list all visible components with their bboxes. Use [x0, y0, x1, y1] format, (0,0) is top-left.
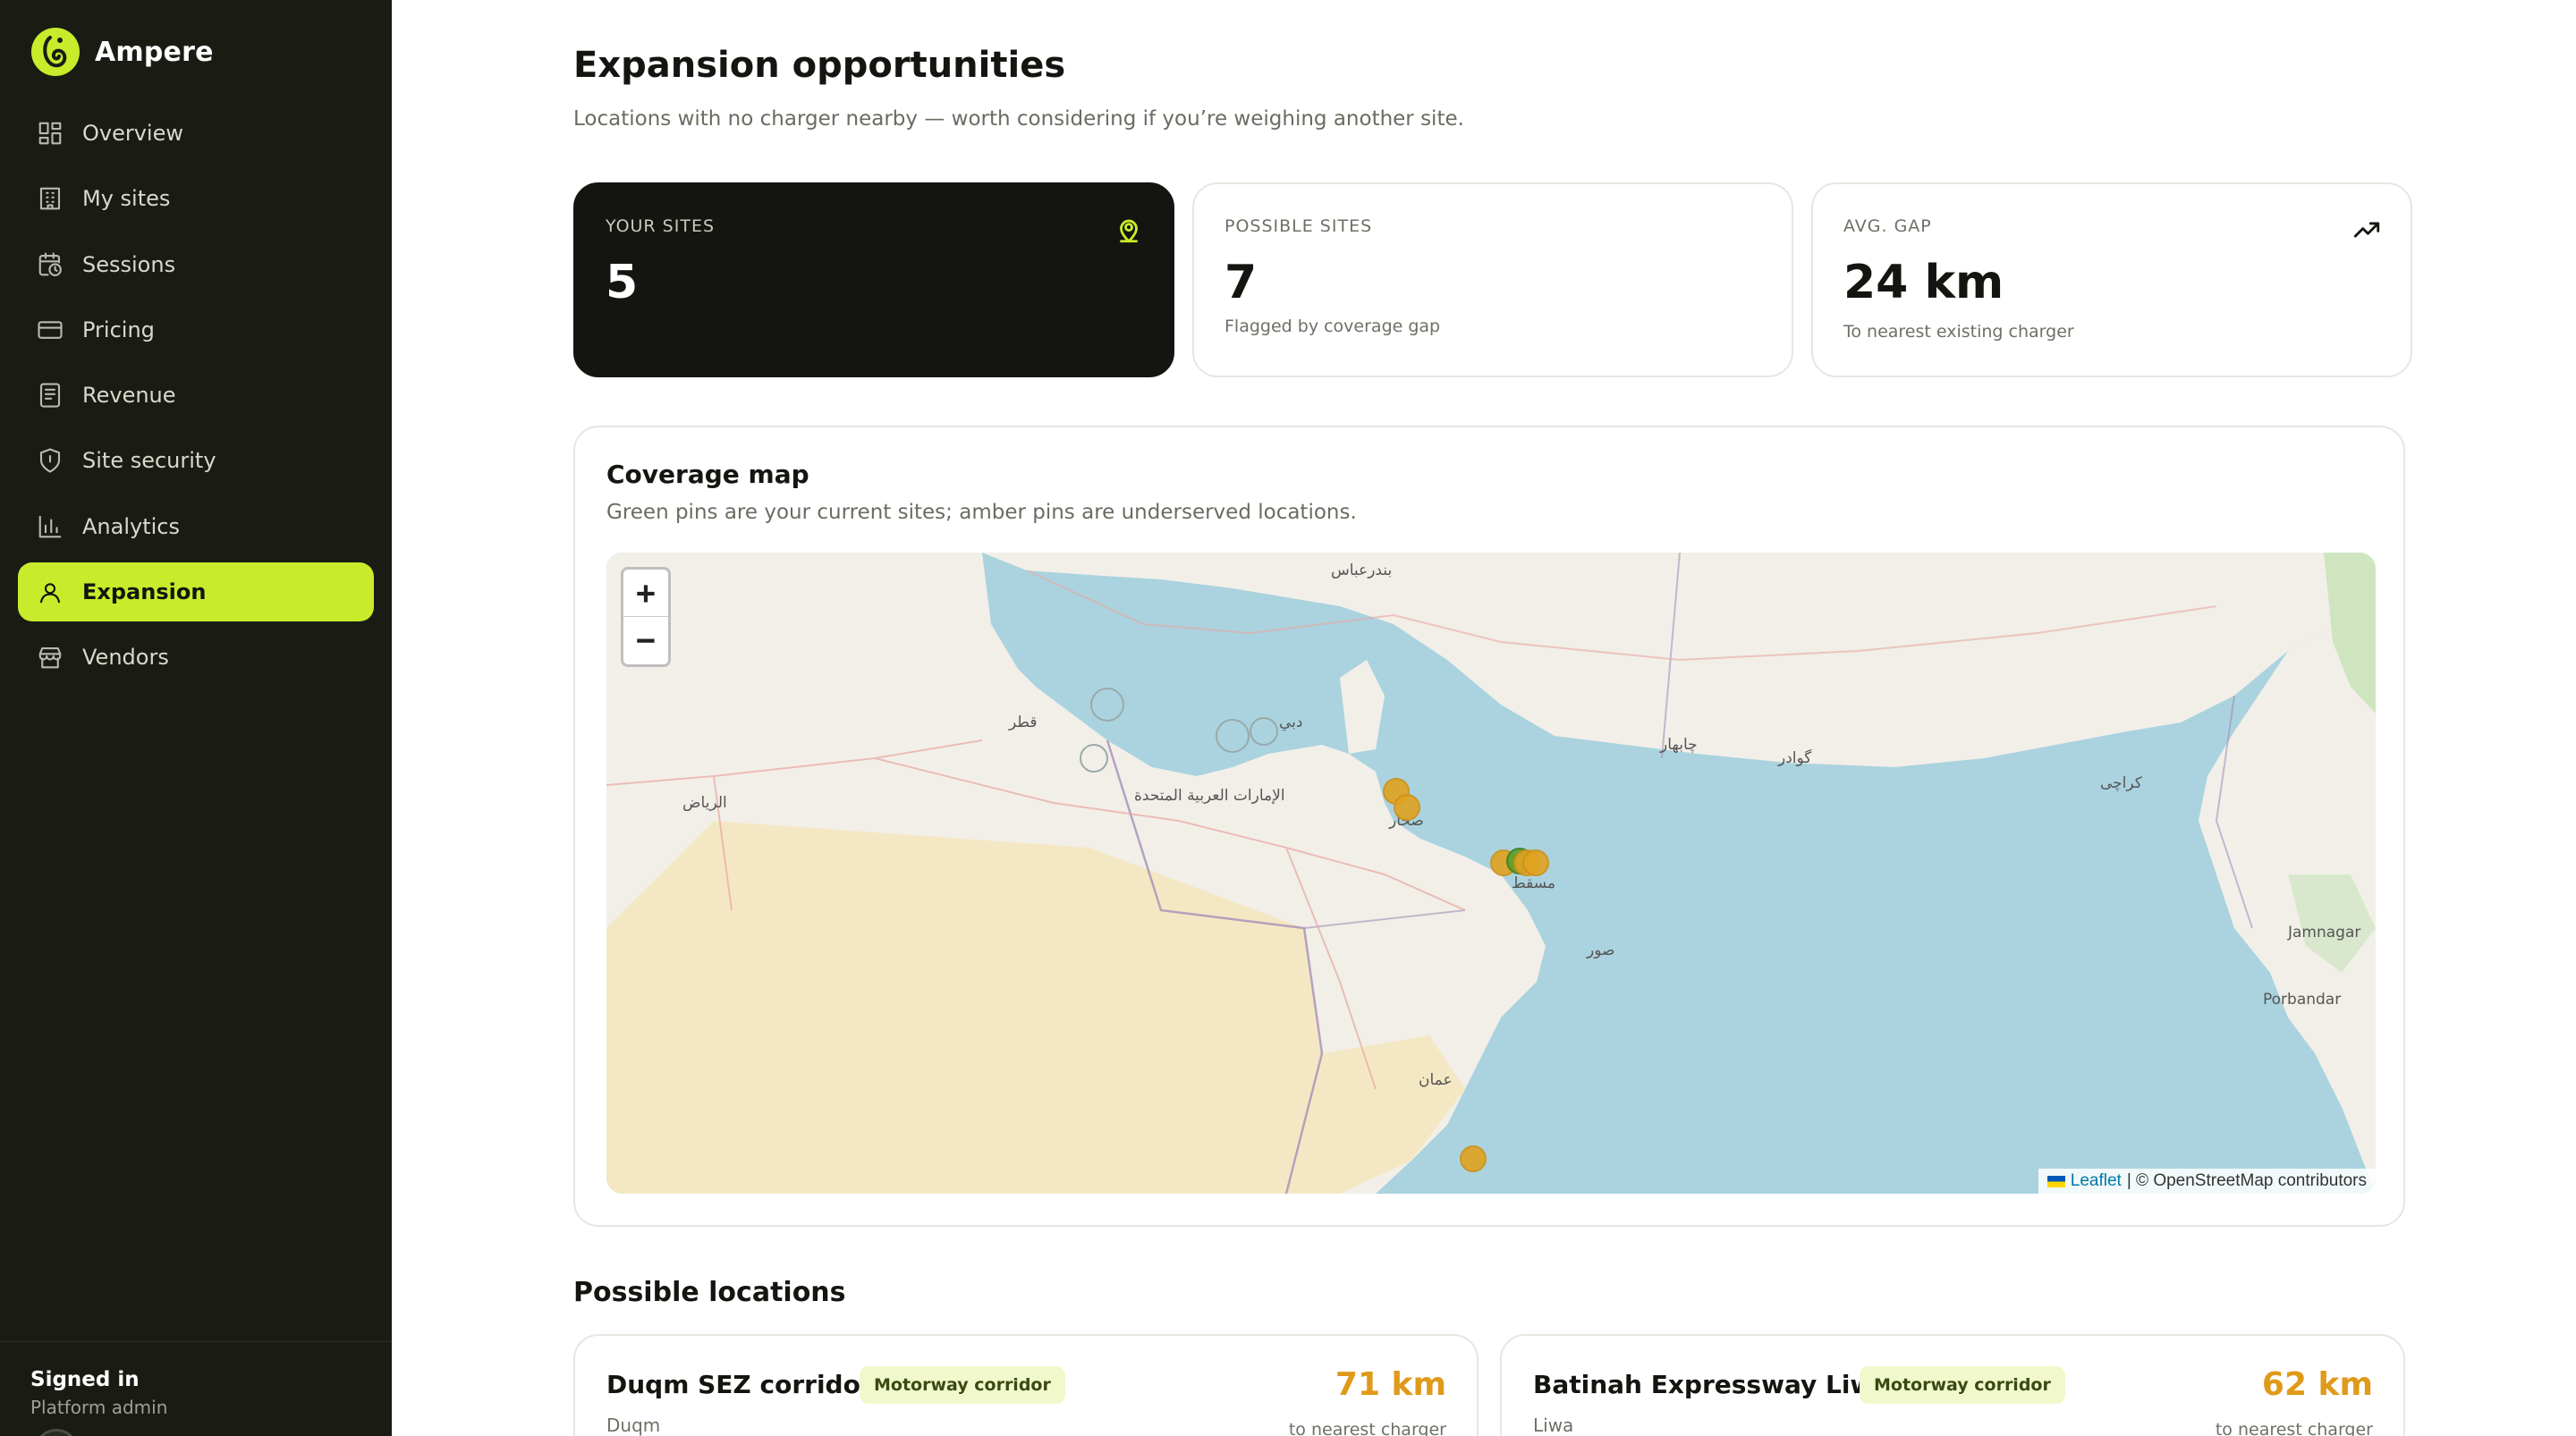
map-tiles — [606, 553, 2376, 1194]
calendar-clock-icon — [36, 250, 64, 279]
map-pin-gap[interactable] — [1522, 849, 1549, 876]
stat-card-possible-sites: POSSIBLE SITES 7 Flagged by coverage gap — [1192, 182, 1793, 377]
map-pin-gap[interactable] — [1460, 1145, 1487, 1172]
stat-value: 5 — [606, 256, 639, 309]
location-distance: 71 km — [1335, 1366, 1446, 1403]
location-card[interactable]: Batinah Expressway Liwa Motorway corrido… — [1500, 1334, 2405, 1436]
map-pin-user-icon — [36, 578, 64, 606]
stat-card-avg-gap: AVG. GAP 24 km To nearest existing charg… — [1811, 182, 2412, 377]
location-distance: 62 km — [2261, 1366, 2373, 1403]
sidebar-item-pricing[interactable]: Pricing — [18, 300, 374, 359]
sidebar-nav: Overview My sites Sessions Pricing Reven… — [18, 104, 374, 694]
map-zoom-control: + − — [621, 567, 671, 667]
sidebar-item-overview[interactable]: Overview — [18, 104, 374, 163]
map-label-bandar-abbas: بندرعباس — [1331, 562, 1393, 579]
sidebar-item-label: Expansion — [82, 579, 207, 605]
stat-label: POSSIBLE SITES — [1224, 216, 1373, 236]
signed-in-title: Signed in — [30, 1368, 140, 1391]
location-name: Duqm SEZ corridor — [606, 1370, 873, 1399]
possible-locations-title: Possible locations — [573, 1277, 846, 1308]
avatar[interactable] — [34, 1429, 79, 1436]
sidebar-item-label: Analytics — [82, 513, 180, 539]
sidebar-item-label: Site security — [82, 448, 216, 474]
stat-label: YOUR SITES — [606, 216, 716, 236]
page-title: Expansion opportunities — [573, 45, 1066, 86]
building-icon — [36, 184, 64, 213]
sidebar-item-sessions[interactable]: Sessions — [18, 235, 374, 294]
sidebar-item-label: Revenue — [82, 383, 176, 409]
stat-value: 24 km — [1843, 256, 2004, 309]
sidebar-item-site-security[interactable]: Site security — [18, 431, 374, 490]
zoom-out-button[interactable]: − — [623, 617, 668, 664]
stat-note: To nearest existing charger — [1843, 322, 2074, 342]
sidebar-item-revenue[interactable]: Revenue — [18, 366, 374, 425]
location-area: Liwa — [1533, 1415, 1574, 1436]
stat-note: Flagged by coverage gap — [1224, 317, 1441, 336]
map-label-dubai: دبي — [1279, 714, 1303, 731]
stat-value: 7 — [1224, 256, 1258, 309]
coverage-map-card: Coverage map Green pins are your current… — [573, 426, 2405, 1227]
location-card[interactable]: Duqm SEZ corridor Motorway corridor Duqm… — [573, 1334, 1479, 1436]
page-subtitle: Locations with no charger nearby — worth… — [573, 107, 1464, 131]
map-label-doha: قطر — [1009, 714, 1038, 731]
map-label-karachi: كراچی — [2100, 774, 2142, 792]
signed-in-role: Platform admin — [30, 1397, 168, 1418]
sidebar-item-label: Sessions — [82, 251, 176, 277]
shield-icon — [36, 446, 64, 475]
bar-chart-icon — [36, 512, 64, 541]
sidebar-item-vendors[interactable]: Vendors — [18, 628, 374, 687]
grid-icon — [36, 119, 64, 148]
location-distance-note: to nearest charger — [1288, 1420, 1446, 1436]
map-label-muscat: مسقط — [1512, 874, 1556, 892]
leaflet-link[interactable]: Leaflet — [2071, 1171, 2122, 1191]
sidebar-item-label: Pricing — [82, 317, 155, 342]
map-label-chabahar: چابهار — [1660, 736, 1698, 754]
ampere-logo-icon — [31, 28, 80, 76]
location-name: Batinah Expressway Liwa — [1533, 1370, 1891, 1399]
sidebar-item-label: My sites — [82, 186, 171, 212]
map-title: Coverage map — [606, 460, 809, 489]
sidebar-item-analytics[interactable]: Analytics — [18, 497, 374, 556]
sidebar: Ampere Overview My sites Sessions Pricin… — [0, 0, 392, 1436]
trending-up-icon — [2351, 215, 2382, 245]
map-label-sur: صور — [1587, 942, 1615, 959]
ukraine-flag-icon — [2046, 1175, 2065, 1187]
signed-in-block: Signed in Platform admin — [30, 1368, 167, 1418]
app-name: Ampere — [95, 36, 214, 68]
stat-card-your-sites: YOUR SITES 5 — [573, 182, 1174, 377]
attribution-text: | © OpenStreetMap contributors — [2126, 1171, 2367, 1190]
location-badge: Motorway corridor — [860, 1366, 1065, 1404]
map-label-riyadh: الرياض — [682, 794, 727, 812]
coverage-map[interactable]: دبي مسقط صحار الرياض الإمارات العربية ال… — [606, 553, 2376, 1194]
map-subtitle: Green pins are your current sites; amber… — [606, 501, 1357, 524]
sidebar-item-expansion[interactable]: Expansion — [18, 562, 374, 622]
map-attribution: Leaflet | © OpenStreetMap contributors — [2038, 1169, 2376, 1194]
sidebar-item-label: Overview — [82, 121, 183, 146]
stat-label: AVG. GAP — [1843, 216, 1932, 236]
sidebar-item-my-sites[interactable]: My sites — [18, 169, 374, 228]
location-area: Duqm — [606, 1415, 661, 1436]
zoom-in-button[interactable]: + — [623, 570, 668, 617]
sidebar-divider — [0, 1341, 392, 1342]
sidebar-item-label: Vendors — [82, 645, 169, 671]
map-label-gwadar: گوادر — [1778, 749, 1812, 767]
main-content: Expansion opportunities Locations with n… — [392, 0, 2576, 1436]
credit-card-icon — [36, 316, 64, 344]
map-label-porbandar: Porbandar — [2263, 991, 2342, 1009]
receipt-icon — [36, 381, 64, 410]
map-label-jamnagar: Jamnagar — [2288, 924, 2361, 942]
location-distance-note: to nearest charger — [2215, 1420, 2373, 1436]
brand[interactable]: Ampere — [30, 27, 214, 77]
map-pin-icon — [1114, 215, 1144, 245]
map-label-uae: الإمارات العربية المتحدة — [1134, 787, 1285, 805]
map-label-oman: عمان — [1419, 1071, 1453, 1089]
store-icon — [36, 643, 64, 672]
map-pin-gap[interactable] — [1394, 794, 1420, 821]
location-badge: Motorway corridor — [1860, 1366, 2065, 1404]
